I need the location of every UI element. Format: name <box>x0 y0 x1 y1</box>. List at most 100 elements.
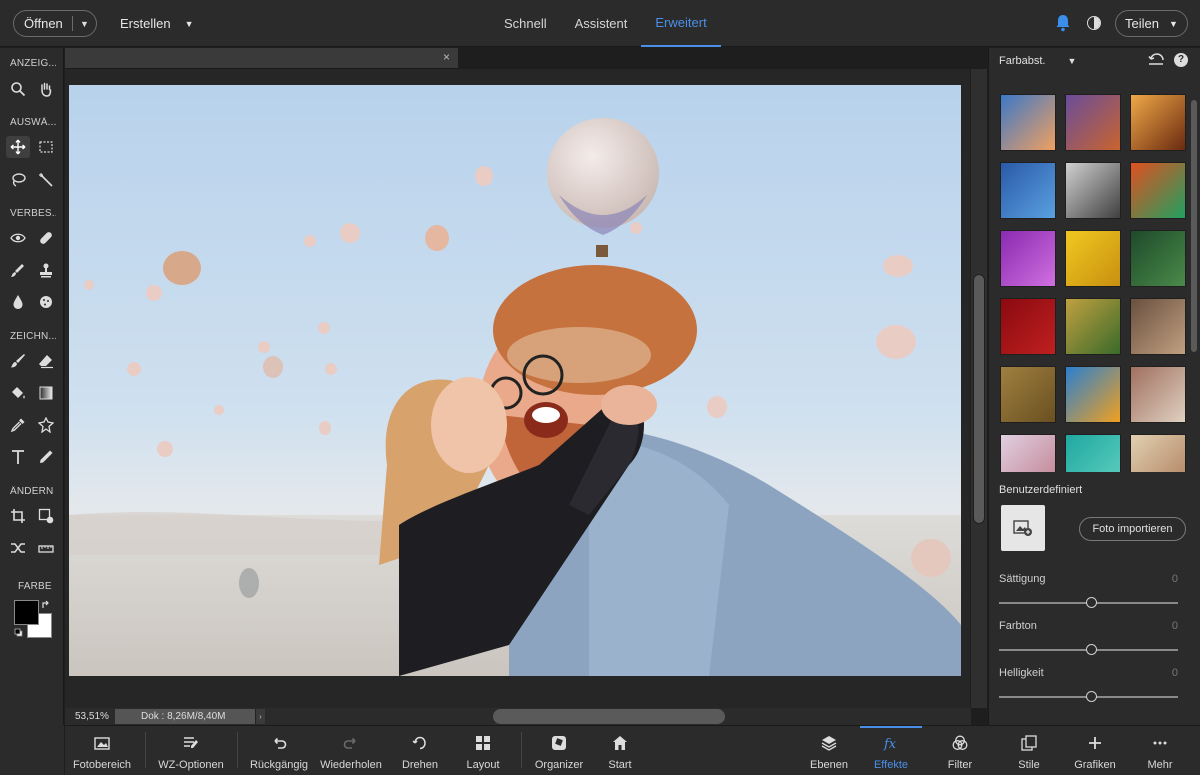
photo-bin-button[interactable]: Fotobereich <box>71 726 133 775</box>
eyedropper-tool-icon[interactable] <box>6 414 30 436</box>
default-colors-icon[interactable] <box>14 628 23 637</box>
effect-thumbnail[interactable] <box>1000 162 1056 219</box>
open-button[interactable]: Öffnen ▼ <box>13 10 97 37</box>
section-enhance: VERBES... <box>10 208 56 219</box>
effect-thumbnail[interactable] <box>1130 162 1186 219</box>
tab-erweitert[interactable]: Erweitert <box>641 0 721 47</box>
blur-tool-icon[interactable] <box>6 291 30 313</box>
filter-button[interactable]: Filter <box>940 726 980 775</box>
effect-thumbnail[interactable] <box>1065 162 1121 219</box>
effect-thumbnail[interactable] <box>1065 298 1121 355</box>
close-icon[interactable]: × <box>443 50 450 64</box>
straighten-tool-icon[interactable] <box>34 537 58 559</box>
gradient-tool-icon[interactable] <box>34 382 58 404</box>
magic-wand-tool-icon[interactable] <box>34 169 58 191</box>
create-label: Erstellen <box>120 16 171 31</box>
saturation-label: Sättigung <box>999 573 1046 585</box>
help-icon[interactable]: ? <box>1174 53 1188 67</box>
brightness-slider-handle[interactable] <box>1086 691 1097 702</box>
redo-button[interactable]: Wiederholen <box>318 726 384 775</box>
document-tab[interactable]: × <box>65 48 458 69</box>
effect-thumbnail[interactable] <box>1000 434 1056 472</box>
effect-thumbnail[interactable] <box>1130 366 1186 423</box>
document-photo[interactable] <box>69 85 961 676</box>
home-button[interactable]: Start <box>599 726 641 775</box>
marquee-tool-icon[interactable] <box>34 136 58 158</box>
effect-thumbnail[interactable] <box>1065 434 1121 472</box>
lasso-tool-icon[interactable] <box>6 169 30 191</box>
effect-thumbnail[interactable] <box>1065 366 1121 423</box>
effect-thumbnail[interactable] <box>1000 94 1056 151</box>
effects-category-label: Farbabst. <box>999 55 1046 67</box>
vertical-scrollbar[interactable] <box>971 69 987 708</box>
hue-label: Farbton <box>999 620 1037 632</box>
effects-thumbnail-grid <box>1000 94 1188 472</box>
open-label: Öffnen <box>24 16 63 31</box>
add-image-icon <box>1013 520 1032 536</box>
crop-tool-icon[interactable] <box>6 505 30 527</box>
effect-thumbnail[interactable] <box>1000 230 1056 287</box>
theme-toggle-icon[interactable] <box>1087 16 1101 30</box>
red-eye-tool-icon[interactable] <box>6 227 30 249</box>
effect-thumbnail[interactable] <box>1130 434 1186 472</box>
toolbar-footer <box>0 725 64 775</box>
more-button[interactable]: Mehr <box>1141 726 1179 775</box>
layers-button[interactable]: Ebenen <box>807 726 851 775</box>
eraser-tool-icon[interactable] <box>34 350 58 372</box>
styles-button[interactable]: Stile <box>1011 726 1047 775</box>
clone-stamp-tool-icon[interactable] <box>34 259 58 281</box>
custom-image-slot[interactable] <box>1001 505 1045 551</box>
effects-category-select[interactable]: Farbabst. ▼ <box>999 55 1076 67</box>
effect-thumbnail[interactable] <box>1000 298 1056 355</box>
filter-icon <box>952 735 968 750</box>
effect-thumbnail[interactable] <box>1065 230 1121 287</box>
reset-icon[interactable] <box>1148 53 1164 67</box>
text-tool-icon[interactable] <box>6 446 30 468</box>
organizer-button[interactable]: Organizer <box>533 726 585 775</box>
tool-options-button[interactable]: WZ-Optionen <box>157 726 225 775</box>
effect-thumbnail[interactable] <box>1000 366 1056 423</box>
zoom-tool-icon[interactable] <box>6 78 30 100</box>
bell-icon[interactable] <box>1055 14 1071 32</box>
sponge-tool-icon[interactable] <box>34 291 58 313</box>
caret-down-icon[interactable]: ▼ <box>73 19 96 29</box>
divider <box>237 732 238 768</box>
move-tool-icon[interactable] <box>6 136 30 158</box>
recompose-tool-icon[interactable] <box>34 505 58 527</box>
create-button[interactable]: Erstellen ▼ <box>120 16 194 31</box>
custom-label: Benutzerdefiniert <box>999 484 1083 496</box>
vertical-scroll-thumb[interactable] <box>973 274 985 524</box>
tab-schnell[interactable]: Schnell <box>490 0 561 47</box>
tab-assistent[interactable]: Assistent <box>561 0 642 47</box>
swap-colors-icon[interactable] <box>41 600 51 610</box>
foreground-color-swatch[interactable] <box>14 600 39 625</box>
rotate-button[interactable]: Drehen <box>398 726 442 775</box>
chevron-right-icon[interactable]: › <box>255 709 265 724</box>
share-button[interactable]: Teilen ▼ <box>1115 10 1188 37</box>
panel-scrollbar[interactable] <box>1191 100 1197 352</box>
effect-thumbnail[interactable] <box>1130 94 1186 151</box>
effects-button[interactable]: fx Effekte <box>860 726 922 775</box>
custom-shape-tool-icon[interactable] <box>34 414 58 436</box>
brightness-value: 0 <box>1171 667 1178 679</box>
undo-button[interactable]: Rückgängig <box>249 726 309 775</box>
import-photo-button[interactable]: Foto importieren <box>1079 517 1186 541</box>
horizontal-scrollbar[interactable] <box>493 709 725 724</box>
paint-bucket-tool-icon[interactable] <box>6 382 30 404</box>
smart-brush-tool-icon[interactable] <box>6 259 30 281</box>
layers-icon <box>821 736 837 751</box>
content-aware-move-tool-icon[interactable] <box>6 537 30 559</box>
caret-down-icon: ▼ <box>1168 18 1178 29</box>
effect-thumbnail[interactable] <box>1130 298 1186 355</box>
healing-brush-tool-icon[interactable] <box>34 227 58 249</box>
pencil-tool-icon[interactable] <box>34 446 58 468</box>
effect-thumbnail[interactable] <box>1065 94 1121 151</box>
saturation-slider-handle[interactable] <box>1086 597 1097 608</box>
home-icon <box>613 736 627 750</box>
hue-slider-handle[interactable] <box>1086 644 1097 655</box>
layout-button[interactable]: Layout <box>459 726 507 775</box>
effect-thumbnail[interactable] <box>1130 230 1186 287</box>
brush-tool-icon[interactable] <box>6 350 30 372</box>
hand-tool-icon[interactable] <box>34 78 58 100</box>
graphics-button[interactable]: Grafiken <box>1069 726 1121 775</box>
